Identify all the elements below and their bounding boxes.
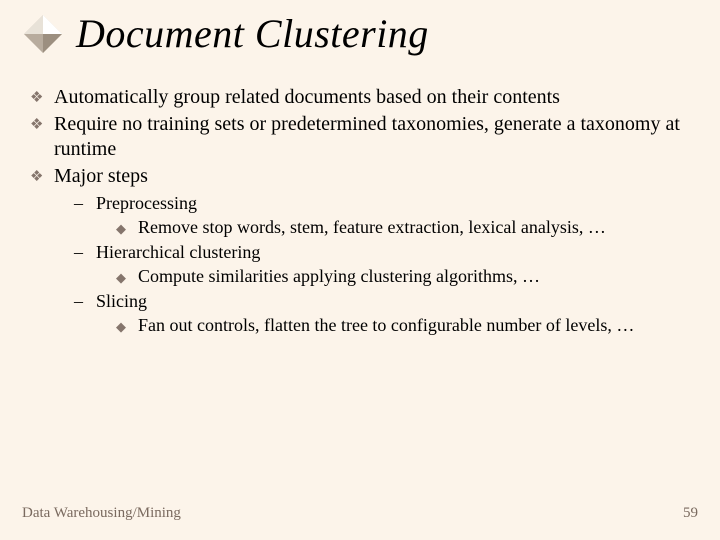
bullet-text: Slicing <box>96 290 690 313</box>
bullet-level2: – Preprocessing <box>74 192 690 215</box>
bullet-level3: ◆ Fan out controls, flatten the tree to … <box>116 314 690 337</box>
bullet-text: Remove stop words, stem, feature extract… <box>138 216 690 239</box>
bullet-level1: ❖ Require no training sets or predetermi… <box>30 112 690 162</box>
bullet-text: Preprocessing <box>96 192 690 215</box>
bullet-level2: – Hierarchical clustering <box>74 241 690 264</box>
diamond-small-bullet-icon: ◆ <box>116 216 138 239</box>
dash-bullet-icon: – <box>74 241 96 264</box>
diamond-small-bullet-icon: ◆ <box>116 265 138 288</box>
diamond-bullet-icon: ❖ <box>30 164 54 189</box>
bullet-level2: – Slicing <box>74 290 690 313</box>
page-number: 59 <box>683 505 698 522</box>
diamond-bullet-icon: ❖ <box>30 85 54 110</box>
bullet-text: Require no training sets or predetermine… <box>54 112 690 162</box>
slide-footer: Data Warehousing/Mining 59 <box>22 505 698 522</box>
dash-bullet-icon: – <box>74 290 96 313</box>
bullet-text: Hierarchical clustering <box>96 241 690 264</box>
footer-left: Data Warehousing/Mining <box>22 505 181 522</box>
dash-bullet-icon: – <box>74 192 96 215</box>
title-row: Document Clustering <box>0 0 720 57</box>
slide-title: Document Clustering <box>76 10 429 57</box>
bullet-level1: ❖ Major steps <box>30 164 690 189</box>
bullet-text: Fan out controls, flatten the tree to co… <box>138 314 690 337</box>
bullet-level3: ◆ Compute similarities applying clusteri… <box>116 265 690 288</box>
bullet-text: Compute similarities applying clustering… <box>138 265 690 288</box>
diamond-small-bullet-icon: ◆ <box>116 314 138 337</box>
bullet-level1: ❖ Automatically group related documents … <box>30 85 690 110</box>
diamond-bullet-icon: ❖ <box>30 112 54 162</box>
slide-content: ❖ Automatically group related documents … <box>0 57 720 336</box>
diamond-icon <box>22 13 64 55</box>
bullet-text: Automatically group related documents ba… <box>54 85 690 110</box>
bullet-level3: ◆ Remove stop words, stem, feature extra… <box>116 216 690 239</box>
bullet-text: Major steps <box>54 164 690 189</box>
